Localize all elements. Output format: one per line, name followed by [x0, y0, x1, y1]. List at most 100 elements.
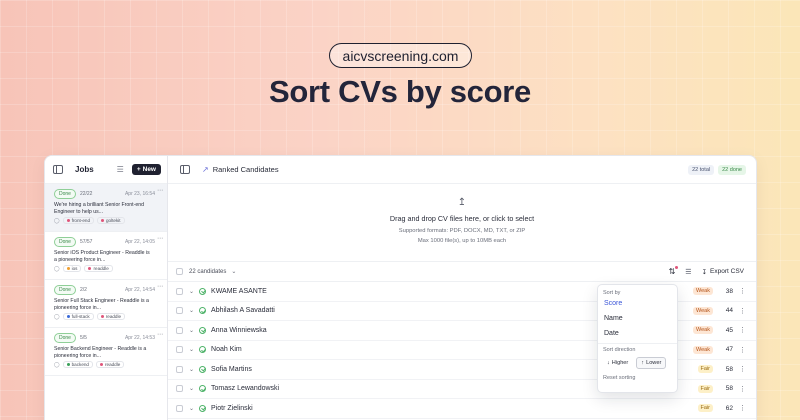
headline: Sort CVs by score	[269, 74, 531, 109]
plus-icon: +	[136, 166, 141, 173]
new-job-button[interactable]: + New	[131, 164, 161, 175]
tag-label: front-end	[71, 218, 90, 223]
more-vertical-icon[interactable]: ⋮	[739, 404, 746, 412]
row-checkbox[interactable]	[176, 326, 183, 334]
check-circle-icon	[199, 287, 207, 295]
rating-badge: Fair	[697, 384, 713, 393]
candidate-count: 22 candidates	[189, 268, 227, 275]
job-tags: ◯ backend readdle	[54, 361, 161, 368]
job-item[interactable]: Done 2/2 Apr 22, 14:54 ⋯ Senior Full Sta…	[45, 280, 167, 328]
check-circle-icon	[199, 365, 207, 373]
sort-active-dot	[675, 266, 679, 269]
trend-icon: ↗	[202, 165, 209, 174]
upload-icon: ↥	[457, 197, 467, 208]
row-checkbox[interactable]	[176, 307, 183, 315]
rating-badge: Weak	[693, 287, 713, 296]
job-item[interactable]: Done 22/22 Apr 23, 16:54 ⋯ We're hiring …	[45, 184, 167, 232]
job-description: We're hiring a brilliant Senior Front-en…	[54, 202, 144, 215]
dropzone-title: Drag and drop CV files here, or click to…	[389, 214, 535, 223]
score-value: 62	[725, 404, 733, 412]
table-row[interactable]: ⌄ Piotr Zielinski Fair 62 ⋮	[168, 399, 756, 419]
job-description: Senior Full Stack Engineer - Readdle is …	[54, 298, 149, 311]
total-badge: 22 total	[688, 164, 715, 175]
job-description: Senior Backend Engineer - Readdle is a p…	[54, 346, 147, 359]
chevron-down-icon[interactable]: ⌄	[189, 385, 194, 392]
row-checkbox[interactable]	[176, 365, 183, 373]
sort-button[interactable]: ⇅	[669, 266, 679, 276]
sort-direction-group: ↓ Higher ↑ Lower	[603, 357, 672, 369]
candidate-name: Noah Kim	[211, 346, 242, 354]
sort-direction-label: Sort direction	[603, 347, 636, 353]
chevron-down-icon[interactable]: ⌄	[189, 405, 194, 412]
sort-lower-button[interactable]: ↑ Lower	[636, 357, 667, 369]
check-circle-icon	[199, 404, 207, 412]
sort-higher-button[interactable]: ↓ Higher	[603, 357, 632, 369]
row-checkbox[interactable]	[176, 404, 183, 412]
upload-dropzone[interactable]: ↥ Drag and drop CV files here, or click …	[168, 184, 756, 262]
tag-dot	[99, 363, 103, 366]
chevron-down-icon[interactable]: ⌄	[189, 327, 194, 334]
more-icon[interactable]: ⋯	[157, 331, 163, 338]
sort-menu: Sort by Score Name Date Sort direction ↓…	[597, 284, 678, 393]
score-value: 47	[725, 346, 733, 354]
select-all-checkbox[interactable]	[176, 268, 183, 275]
more-icon[interactable]: ⋯	[157, 235, 163, 242]
row-checkbox[interactable]	[176, 346, 183, 354]
filter-icon[interactable]: ☰	[117, 165, 124, 174]
status-badge: Done	[54, 236, 76, 247]
row-checkbox[interactable]	[176, 385, 183, 393]
job-date: Apr 22, 14:05	[124, 238, 155, 245]
row-checkbox[interactable]	[176, 287, 183, 295]
tag-dot	[66, 267, 70, 270]
more-icon[interactable]: ⋯	[157, 283, 163, 290]
done-badge: 22 done	[718, 164, 746, 175]
job-count: 57/57	[79, 238, 93, 245]
tag: goltekit	[97, 217, 125, 224]
candidate-name: Abhilash A Savadatti	[211, 307, 275, 315]
tag-label: readdle	[104, 362, 121, 367]
page-title: Ranked Candidates	[212, 165, 279, 174]
reset-sorting-link[interactable]: Reset sorting	[603, 375, 672, 381]
status-badge: Done	[54, 332, 76, 343]
job-count: 5/5	[79, 334, 87, 341]
tag: readdle	[96, 313, 126, 320]
chevron-down-icon[interactable]: ⌄	[189, 346, 194, 353]
export-csv-button[interactable]: ↧ Export CSV	[702, 268, 744, 276]
more-icon[interactable]: ⋯	[157, 187, 163, 194]
sort-option-name[interactable]: Name	[603, 311, 672, 326]
job-count: 2/2	[79, 286, 87, 293]
chevron-down-icon[interactable]: ⌄	[189, 366, 194, 373]
job-count: 22/22	[79, 190, 93, 197]
more-vertical-icon[interactable]: ⋮	[739, 346, 746, 354]
panel-toggle-icon[interactable]	[180, 165, 190, 174]
rating-badge: Weak	[693, 306, 713, 315]
tag-icon: ◯	[54, 361, 60, 368]
sort-option-date[interactable]: Date	[603, 326, 672, 341]
score-value: 45	[725, 326, 733, 334]
download-icon: ↧	[701, 268, 708, 276]
job-item[interactable]: Done 5/5 Apr 22, 14:53 ⋯ Senior Backend …	[45, 328, 167, 376]
job-tags: ◯ full-stack readdle	[54, 313, 161, 320]
filter-icon[interactable]: ☰	[685, 268, 691, 276]
chevron-down-icon[interactable]: ⌄	[189, 307, 194, 314]
sidebar-title: Jobs	[75, 165, 94, 174]
sort-option-score[interactable]: Score	[603, 296, 672, 311]
job-item[interactable]: Done 57/57 Apr 22, 14:05 ⋯ Senior iOS Pr…	[45, 232, 167, 280]
chevron-down-icon[interactable]: ⌄	[189, 288, 194, 295]
more-vertical-icon[interactable]: ⋮	[739, 307, 746, 315]
export-label: Export CSV	[710, 268, 744, 275]
tag: front-end	[62, 217, 94, 224]
more-vertical-icon[interactable]: ⋮	[739, 287, 746, 295]
tag-dot	[100, 315, 104, 318]
tag-dot	[66, 363, 70, 366]
sidebar-toggle-icon[interactable]	[53, 165, 63, 174]
chevron-down-icon[interactable]: ⌄	[231, 268, 236, 275]
more-vertical-icon[interactable]: ⋮	[739, 385, 746, 393]
tag-dot	[66, 219, 70, 222]
dropzone-limits: Max 1000 file(s), up to 10MB each	[417, 238, 507, 244]
status-badge: Done	[54, 188, 76, 199]
tag-label: readdle	[93, 266, 109, 271]
more-vertical-icon[interactable]: ⋮	[739, 365, 746, 373]
more-vertical-icon[interactable]: ⋮	[739, 326, 746, 334]
tag-label: goltekit	[106, 218, 121, 223]
